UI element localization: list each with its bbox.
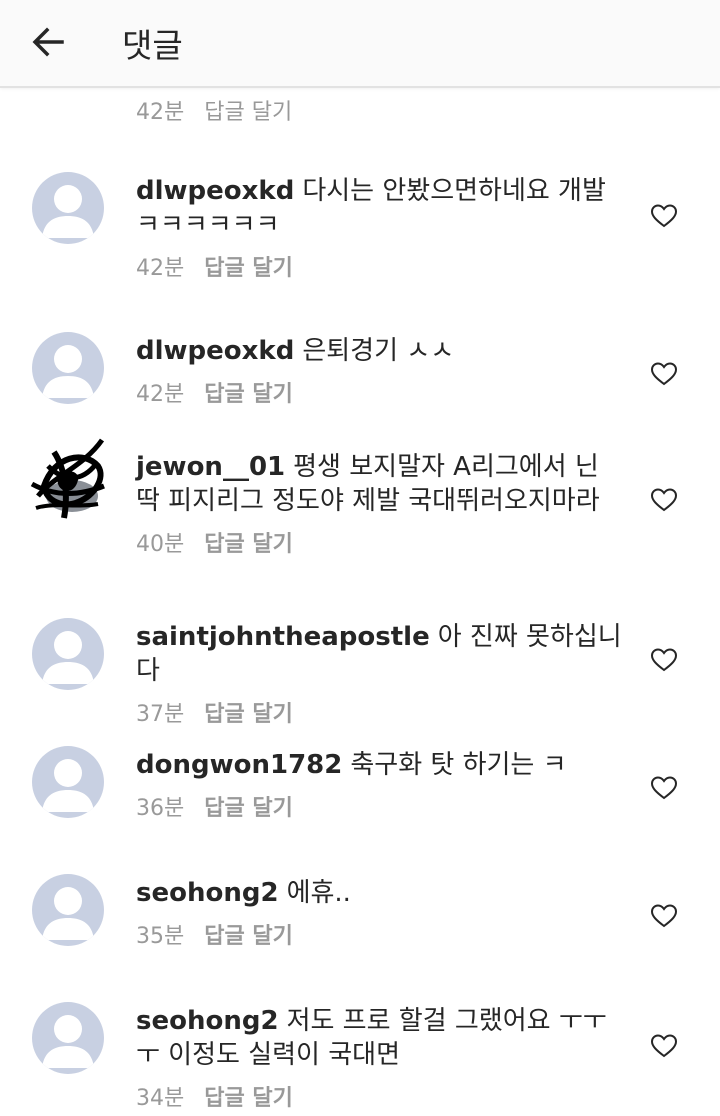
comment-username[interactable]: saintjohntheapostle — [136, 622, 430, 652]
comment-text-row: seohong2 저도 프로 할걸 그랬어요 ㅜㅜㅜ 이정도 실력이 국대면 — [136, 1004, 626, 1072]
comment-time: 37분 — [136, 702, 185, 727]
default-user-icon — [42, 631, 94, 684]
comment-text: 에휴.. — [286, 878, 351, 908]
comment-text-row: saintjohntheapostle 아 진짜 못하십니다 — [136, 620, 626, 688]
heart-outline-icon[interactable] — [650, 902, 678, 930]
comment-time: 34분 — [136, 1086, 185, 1111]
comment-time: 35분 — [136, 924, 185, 949]
back-button[interactable] — [28, 22, 68, 62]
default-user-icon — [42, 759, 94, 812]
heart-outline-icon[interactable] — [650, 774, 678, 802]
default-user-icon — [42, 345, 94, 398]
heart-outline-icon[interactable] — [650, 486, 678, 514]
avatar[interactable] — [32, 1002, 104, 1074]
avatar[interactable] — [32, 874, 104, 946]
comment-time: 42분 — [136, 382, 185, 407]
avatar[interactable] — [24, 436, 110, 522]
comment-username[interactable]: seohong2 — [136, 1006, 279, 1036]
reply-button[interactable]: 답글 달기 — [204, 250, 293, 282]
comment-username[interactable]: dlwpeoxkd — [136, 336, 294, 366]
avatar[interactable] — [32, 746, 104, 818]
comment-list[interactable]: 42분 답글 달기 dlwpeoxkd 다시는 안봤으면하네요 개발 ㅋㅋㅋㅋㅋㅋ… — [0, 88, 720, 1116]
reply-button[interactable]: 답글 달기 — [204, 526, 293, 558]
heart-outline-icon[interactable] — [650, 646, 678, 674]
heart-outline-icon[interactable] — [650, 1032, 678, 1060]
comment-text-row: seohong2 에휴.. — [136, 876, 626, 910]
comment-text-row: jewon__01 평생 보지말자 A리그에서 닌 딱 피지리그 정도야 제발 국… — [136, 450, 626, 518]
heart-outline-icon[interactable] — [650, 360, 678, 388]
arrow-left-icon — [32, 27, 64, 57]
previous-comment-meta: 42분 답글 달기 — [136, 94, 292, 126]
comment-text-row: dongwon1782 축구화 탓 하기는 ㅋ — [136, 748, 626, 782]
comment-text: 축구화 탓 하기는 ㅋ — [350, 750, 567, 780]
avatar[interactable] — [32, 172, 104, 244]
reply-button[interactable]: 답글 달기 — [204, 94, 292, 126]
comment-username[interactable]: seohong2 — [136, 878, 279, 908]
avatar[interactable] — [32, 332, 104, 404]
reply-button[interactable]: 답글 달기 — [204, 790, 293, 822]
reply-button[interactable]: 답글 달기 — [204, 1080, 293, 1112]
comment-time: 42분 — [136, 256, 185, 281]
comment-text: 은퇴경기 ㅅㅅ — [302, 336, 455, 366]
comment-time: 36분 — [136, 796, 185, 821]
default-user-icon — [42, 185, 94, 238]
comment-time: 40분 — [136, 532, 185, 557]
default-user-icon — [42, 887, 94, 940]
reply-button[interactable]: 답글 달기 — [204, 918, 293, 950]
comment-time: 42분 — [136, 100, 185, 125]
avatar[interactable] — [32, 618, 104, 690]
comment-username[interactable]: dongwon1782 — [136, 750, 342, 780]
page-title: 댓글 — [122, 26, 183, 65]
comment-username[interactable]: dlwpeoxkd — [136, 176, 294, 206]
app-header: 댓글 — [0, 0, 720, 88]
reply-button[interactable]: 답글 달기 — [204, 696, 293, 728]
comment-text-row: dlwpeoxkd 다시는 안봤으면하네요 개발 ㅋㅋㅋㅋㅋㅋ — [136, 174, 626, 242]
reply-button[interactable]: 답글 달기 — [204, 376, 293, 408]
default-user-icon — [42, 1015, 94, 1068]
scribble-avatar-icon — [30, 438, 105, 519]
comment-username[interactable]: jewon__01 — [136, 452, 285, 482]
heart-outline-icon[interactable] — [650, 202, 678, 230]
comment-text-row: dlwpeoxkd 은퇴경기 ㅅㅅ — [136, 334, 626, 368]
